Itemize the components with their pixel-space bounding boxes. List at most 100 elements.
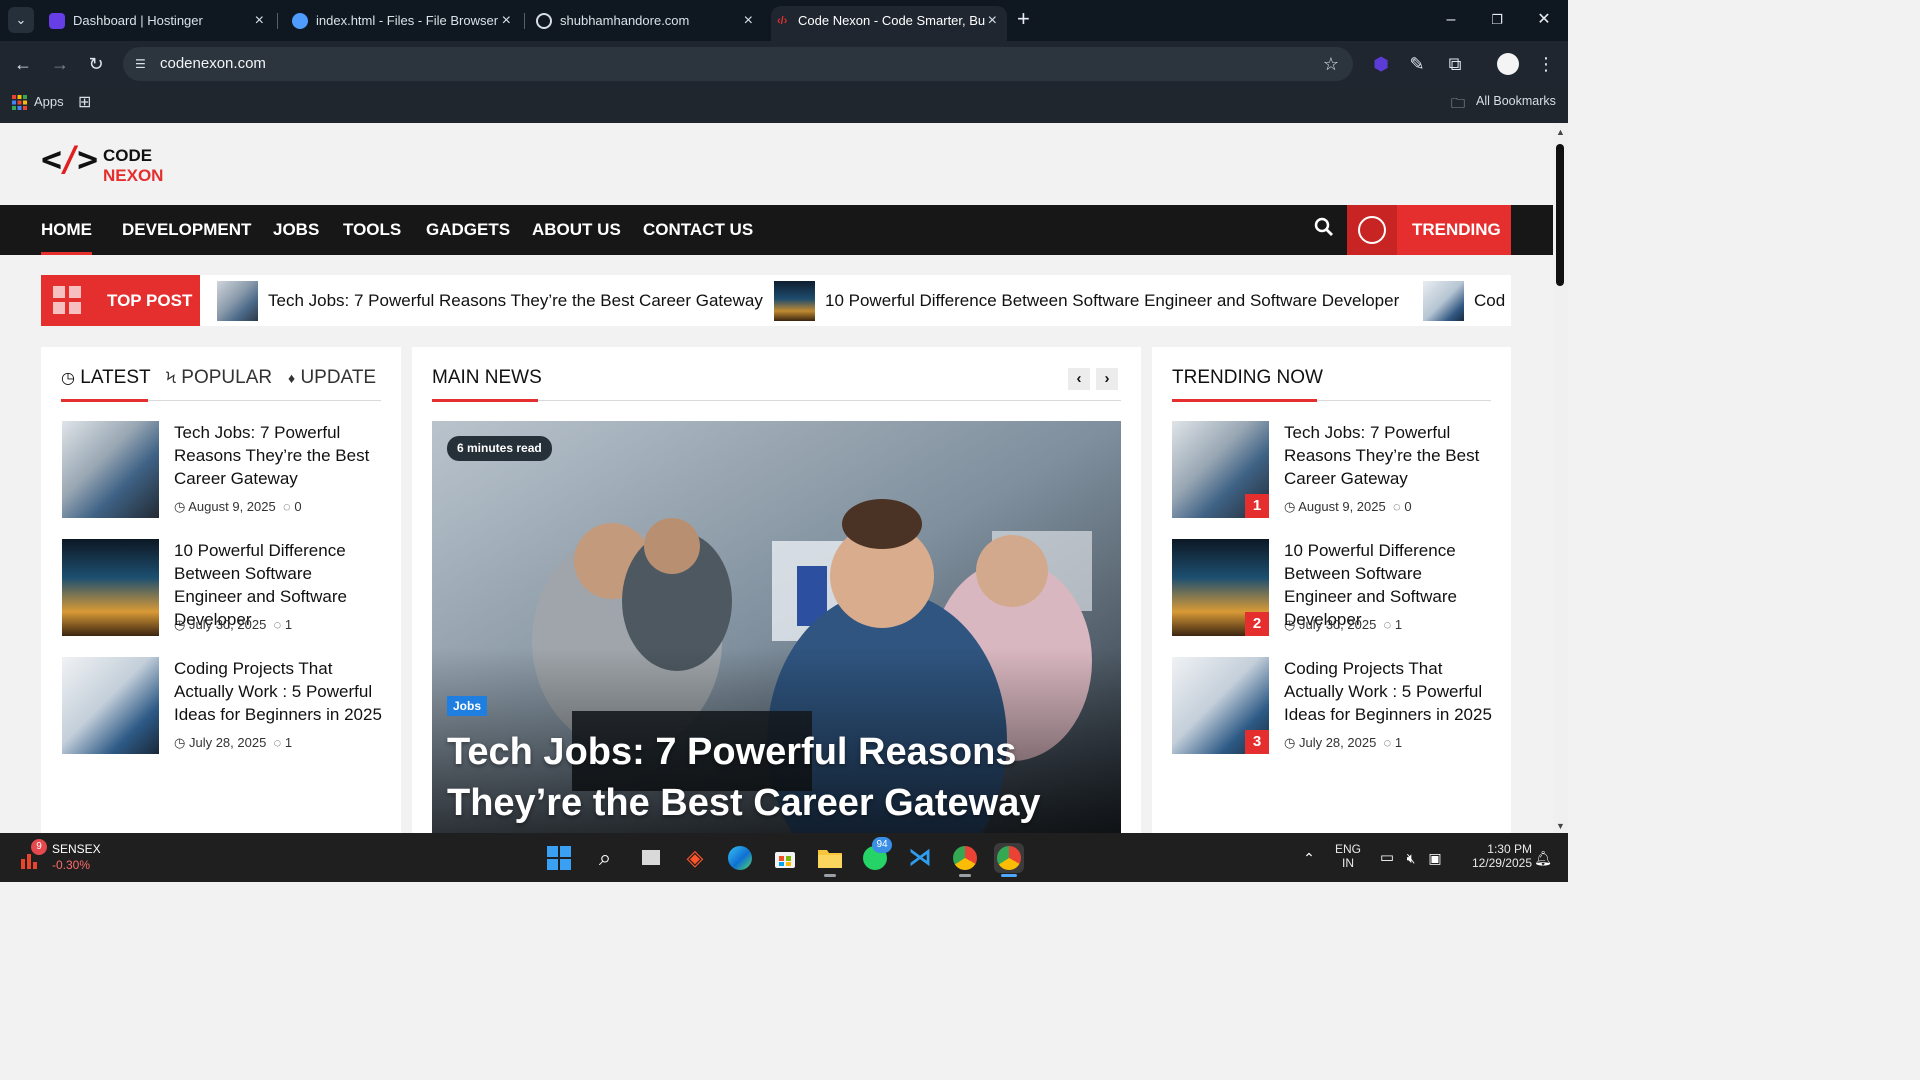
tab-separator (277, 13, 278, 29)
new-tab-button[interactable]: + (1017, 7, 1037, 33)
list-item[interactable]: Tech Jobs: 7 Powerful Reasons They’re th… (62, 421, 382, 519)
scroll-up-icon[interactable]: ▲ (1556, 127, 1565, 137)
hero-title[interactable]: Tech Jobs: 7 Powerful Reasons They’re th… (447, 727, 1107, 829)
post-meta: ◷ August 9, 2025 ◌ 0 (1284, 499, 1412, 514)
close-tab-icon[interactable]: × (502, 6, 511, 35)
post-title[interactable]: Tech Jobs: 7 Powerful Reasons They’re th… (1284, 421, 1494, 490)
search-icon[interactable] (1310, 217, 1338, 245)
tab-code-nexon[interactable]: ‹/› Code Nexon - Code Smarter, Bu × (771, 6, 1007, 41)
tab-update[interactable]: ♦ UPDATE (288, 367, 376, 389)
address-bar[interactable]: ☰ codenexon.com ☆ (123, 47, 1353, 81)
bookmark-star-icon[interactable]: ☆ (1323, 47, 1339, 81)
tab-search-button[interactable]: ⌄ (8, 7, 34, 33)
reload-icon[interactable]: ↻ (83, 51, 109, 77)
close-tab-icon[interactable]: × (744, 6, 753, 35)
tab-title: index.html - Files - File Browser (316, 13, 499, 28)
stock-name[interactable]: SENSEX (52, 842, 101, 856)
site-info-icon[interactable]: ☰ (135, 57, 150, 71)
file-browser-favicon-icon (292, 13, 308, 29)
hero-slide[interactable]: 6 minutes read Jobs Tech Jobs: 7 Powerfu… (432, 421, 1121, 833)
apps-grid-icon[interactable] (12, 95, 27, 110)
slider-prev-button[interactable]: ‹ (1068, 368, 1090, 390)
clock-icon: ◷ (1284, 617, 1296, 632)
minimize-button[interactable]: – (1439, 8, 1463, 32)
brave-browser-icon[interactable]: ◈ (680, 843, 710, 873)
trending-button[interactable]: TRENDING (1347, 205, 1511, 255)
tab-popular[interactable]: ϟ POPULAR (166, 367, 272, 389)
chrome-profile-2-icon[interactable] (994, 843, 1024, 877)
rank-badge: 2 (1245, 612, 1269, 636)
tab-file-browser[interactable]: index.html - Files - File Browser × (289, 6, 521, 41)
post-thumbnail (217, 281, 258, 321)
comment-icon: ◌ (1392, 499, 1401, 514)
tab-separator (524, 13, 525, 29)
nav-jobs[interactable]: JOBS (273, 205, 319, 255)
logo-code-mark: </> (41, 140, 98, 180)
list-item[interactable]: Coding Projects That Actually Work : 5 P… (62, 657, 382, 755)
list-item[interactable]: 3 Coding Projects That Actually Work : 5… (1172, 657, 1492, 755)
tab-strip: ⌄ Dashboard | Hostinger × index.html - F… (0, 0, 1568, 41)
extension-hexagon-icon[interactable]: ⬢ (1369, 52, 1393, 76)
nav-tools[interactable]: TOOLS (343, 205, 401, 255)
task-view-icon[interactable] (636, 843, 666, 873)
browser-chrome: ⌄ Dashboard | Hostinger × index.html - F… (0, 0, 1568, 123)
nav-gadgets[interactable]: GADGETS (426, 205, 510, 255)
windows-start-icon[interactable] (544, 843, 574, 873)
post-meta: ◷ July 28, 2025 ◌ 1 (174, 735, 293, 750)
show-hidden-icons-chevron-icon[interactable]: ⌃ (1294, 843, 1324, 873)
close-tab-icon[interactable]: × (255, 6, 264, 35)
trending-ring-icon (1347, 205, 1397, 255)
main-navigation: HOME DEVELOPMENT JOBS TOOLS GADGETS ABOU… (0, 205, 1553, 255)
main-news-title: MAIN NEWS (432, 367, 542, 388)
stock-widget-icon[interactable]: 9 (18, 839, 47, 871)
close-window-button[interactable]: ✕ (1532, 8, 1556, 32)
post-title[interactable]: Coding Projects That Actually Work : 5 P… (1284, 657, 1494, 726)
list-item[interactable]: 1 Tech Jobs: 7 Powerful Reasons They’re … (1172, 421, 1492, 519)
tab-hostinger[interactable]: Dashboard | Hostinger × (46, 6, 274, 41)
list-item[interactable]: 10 Powerful Difference Between Software … (62, 539, 382, 637)
top-post-ticker: TOP POST Tech Jobs: 7 Powerful Reasons T… (41, 275, 1511, 326)
chrome-profile-1-icon[interactable] (950, 843, 980, 877)
post-thumbnail: 3 (1172, 657, 1269, 754)
post-title[interactable]: Coding Projects That Actually Work : 5 P… (174, 657, 384, 726)
nav-about-us[interactable]: ABOUT US (532, 205, 621, 255)
slider-next-button[interactable]: › (1096, 368, 1118, 390)
notifications-bell-icon[interactable]: 🔔︎ (1528, 843, 1558, 873)
nav-contact-us[interactable]: CONTACT US (643, 205, 753, 255)
vscode-icon[interactable]: ⋊ (905, 843, 935, 873)
title-underline (1172, 399, 1317, 402)
search-icon[interactable]: ⌕ (590, 843, 620, 873)
language-indicator[interactable]: ENG IN (1330, 842, 1366, 870)
category-badge[interactable]: Jobs (447, 696, 488, 716)
extensions-puzzle-icon[interactable]: ⧉ (1443, 52, 1467, 76)
chrome-menu-icon[interactable]: ⋮ (1534, 52, 1558, 76)
restore-button[interactable]: ❐ (1485, 8, 1509, 32)
system-clock[interactable]: 1:30 PM 12/29/2025 (1452, 842, 1532, 870)
scroll-down-icon[interactable]: ▼ (1556, 821, 1565, 831)
apps-bookmark[interactable]: Apps (34, 94, 64, 109)
color-picker-icon[interactable]: ✎ (1405, 52, 1429, 76)
file-explorer-icon[interactable] (815, 843, 845, 877)
post-title[interactable]: Tech Jobs: 7 Powerful Reasons They’re th… (174, 421, 384, 490)
back-arrow-icon[interactable]: ← (10, 51, 36, 77)
tab-groups-icon[interactable]: ⊞ (78, 92, 91, 112)
whatsapp-icon[interactable]: 94 (860, 837, 892, 873)
all-bookmarks-button[interactable]: All Bookmarks (1476, 94, 1556, 108)
list-item[interactable]: 2 10 Powerful Difference Between Softwar… (1172, 539, 1492, 637)
battery-icon[interactable]: ▣ (1420, 843, 1450, 873)
close-tab-icon[interactable]: × (988, 6, 997, 35)
nav-development[interactable]: DEVELOPMENT (122, 205, 251, 255)
edge-browser-icon[interactable] (725, 843, 755, 873)
tab-latest[interactable]: ◷ LATEST (61, 367, 151, 389)
profile-avatar[interactable] (1497, 53, 1519, 75)
page-scrollbar[interactable]: ▲ ▼ (1553, 123, 1568, 833)
forward-arrow-icon[interactable]: → (47, 51, 73, 77)
logo-word-nexon: NEXON (103, 166, 164, 185)
post-thumbnail (62, 657, 159, 754)
nav-home[interactable]: HOME (41, 205, 92, 255)
microsoft-store-icon[interactable] (770, 843, 800, 873)
site-logo[interactable]: </> CODE NEXON (41, 140, 181, 186)
scrollbar-thumb[interactable] (1556, 144, 1564, 286)
tab-shubhamhandore[interactable]: shubhamhandore.com × (533, 6, 763, 41)
rank-badge: 3 (1245, 730, 1269, 754)
